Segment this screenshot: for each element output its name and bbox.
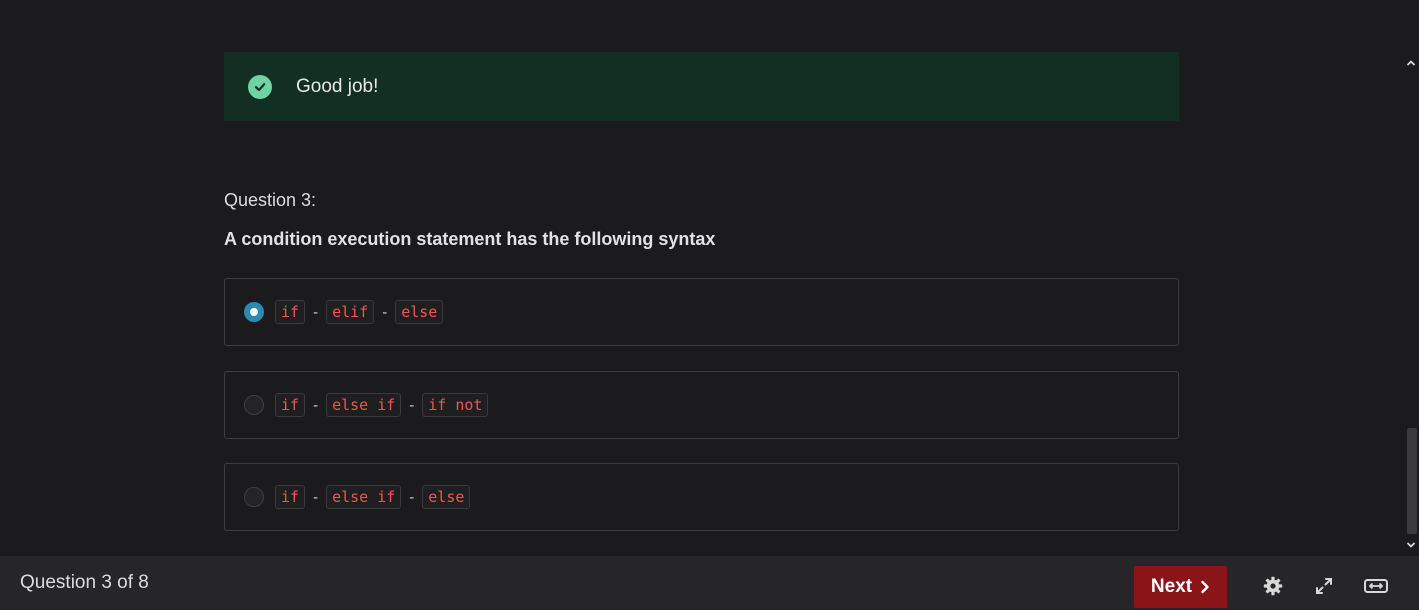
answer-option-1[interactable]: if - elif - else [224,278,1179,346]
scroll-thumb[interactable] [1407,428,1417,534]
next-label: Next [1150,576,1193,597]
scroll-up-icon[interactable] [1403,54,1419,72]
code-token: if [275,485,306,509]
code-token: if not [422,393,489,417]
separator: - [313,488,319,506]
fullscreen-icon[interactable] [1312,574,1336,598]
scrollbar[interactable] [1403,52,1419,556]
check-circle-icon [248,74,272,99]
code-token: else if [326,393,402,417]
gear-icon[interactable] [1261,574,1285,598]
answer-option-2[interactable]: if - else if - if not [224,371,1179,439]
width-toggle-icon[interactable] [1364,574,1388,598]
radio-button[interactable] [244,395,264,415]
bottom-bar: Question 3 of 8 Next [0,556,1419,610]
separator: - [382,303,388,321]
separator: - [313,396,319,414]
code-token: if [275,300,306,324]
answer-option-3[interactable]: if - else if - else [224,463,1179,531]
question-number: Question 3: [224,190,317,210]
next-button[interactable]: Next [1134,566,1227,608]
separator: - [409,396,415,414]
chevron-right-icon [1200,580,1210,594]
radio-button-selected[interactable] [244,302,264,322]
radio-button[interactable] [244,487,264,507]
scroll-down-icon[interactable] [1403,536,1419,554]
question-progress: Question 3 of 8 [20,572,149,593]
separator: - [409,488,415,506]
question-text: A condition execution statement has the … [224,229,716,249]
quiz-content: Good job! Question 3: A condition execut… [0,0,1403,556]
code-token: if [275,393,306,417]
separator: - [313,303,319,321]
feedback-banner: Good job! [224,52,1179,121]
feedback-message: Good job! [296,75,379,97]
code-token: else [422,485,471,509]
code-token: elif [326,300,375,324]
code-token: else if [326,485,402,509]
code-token: else [395,300,444,324]
